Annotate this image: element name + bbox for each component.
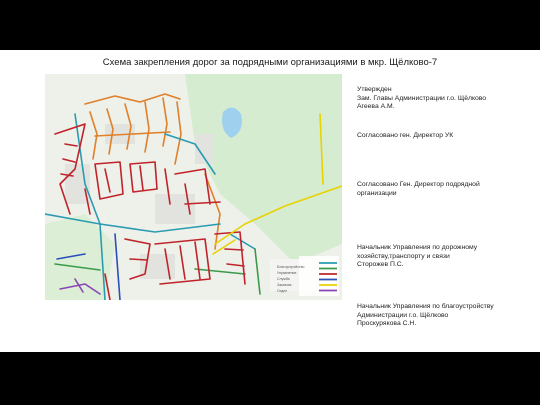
- approval-line: Утвержден: [357, 86, 392, 93]
- approval-line: Зам. Главы Администрации г.о. Щёлково: [357, 94, 487, 102]
- road-segment: [224, 248, 244, 251]
- approval-line: Начальник Управления по благоустройству: [357, 303, 494, 310]
- approval-block-uk-director: Согласовано ген. Директор УК: [357, 132, 535, 141]
- approval-block-deputy-head: Утвержден Зам. Главы Администрации г.о. …: [357, 86, 535, 112]
- approval-line: организации: [357, 189, 397, 197]
- legend-label: Заказчик: [277, 283, 292, 287]
- road-segment: [129, 258, 148, 261]
- slide: Схема закрепления дорог за подрядными ор…: [0, 50, 540, 352]
- legend-label: Служба: [277, 277, 290, 281]
- legend-label: Отдел: [277, 289, 287, 293]
- approval-line: Начальник Управления по дорожному: [357, 244, 478, 251]
- approval-line: Сторожев П.С.: [357, 261, 404, 269]
- approval-block-landscaping-department: Начальник Управления по благоустройству …: [357, 303, 535, 329]
- page-title: Схема закрепления дорог за подрядными ор…: [102, 57, 438, 68]
- legend-label: Благоустройство: [277, 265, 304, 269]
- approval-block-road-department: Начальник Управления по дорожному хозяйс…: [357, 244, 535, 270]
- approval-line: Проскурякова С.Н.: [357, 320, 417, 328]
- approval-line: хозяйству,транспорту и связи: [357, 252, 450, 260]
- approval-line: Согласовано Ген. Директор подрядной: [357, 181, 480, 188]
- approval-line: Согласовано ген. Директор УК: [357, 132, 454, 139]
- approval-line: Администрации г.о. Щёлково: [357, 311, 449, 319]
- approval-block-contractor: Согласовано Ген. Директор подрядной орга…: [357, 181, 535, 198]
- legend-label: Управление: [277, 271, 297, 275]
- road-assignment-map: Благоустройство Управление Служба Заказч…: [45, 74, 342, 300]
- approval-line: Агеева А.М.: [357, 103, 395, 111]
